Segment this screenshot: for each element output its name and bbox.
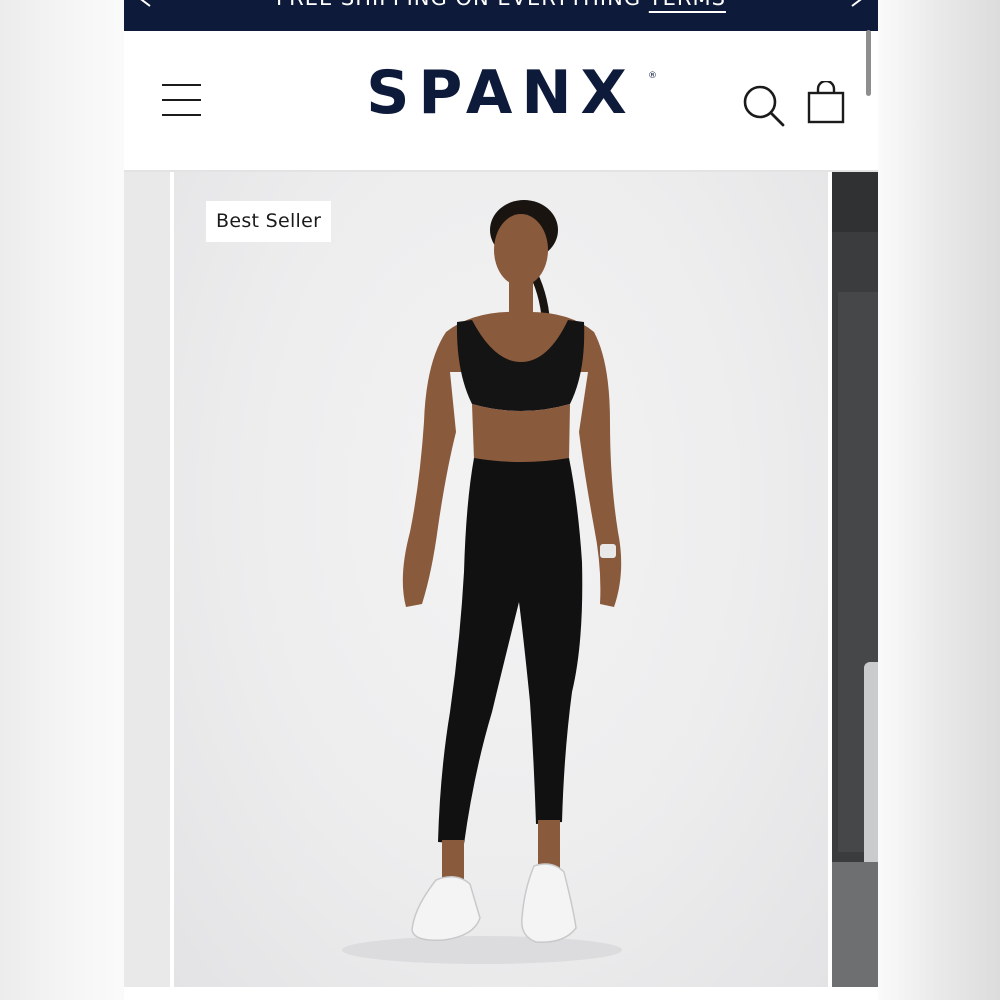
search-icon[interactable] [742, 84, 786, 128]
product-image[interactable]: Best Seller [174, 172, 828, 987]
scrollbar-thumb[interactable] [866, 30, 871, 96]
promo-text: FREE SHIPPING ON EVERYTHING TERMS [124, 0, 878, 10]
product-image-carousel[interactable]: Best Seller [124, 172, 878, 1000]
previous-slide-peek[interactable] [124, 172, 170, 987]
logo-text: SPANX [366, 58, 636, 128]
chevron-right-icon[interactable] [850, 0, 864, 8]
promo-bar: FREE SHIPPING ON EVERYTHING TERMS [124, 0, 878, 31]
shopping-bag-icon[interactable] [806, 81, 846, 125]
registered-mark: ® [648, 71, 657, 81]
next-slide-peek[interactable] [832, 172, 878, 987]
mobile-screen: FREE SHIPPING ON EVERYTHING TERMS SPANX … [124, 0, 878, 1000]
promo-terms-link[interactable]: TERMS [649, 0, 726, 10]
site-header: SPANX ® [124, 31, 878, 170]
model-in-black-sports-bra-and-leggings [342, 200, 622, 964]
best-seller-badge: Best Seller [206, 201, 332, 242]
promo-message: FREE SHIPPING ON EVERYTHING [276, 0, 641, 10]
